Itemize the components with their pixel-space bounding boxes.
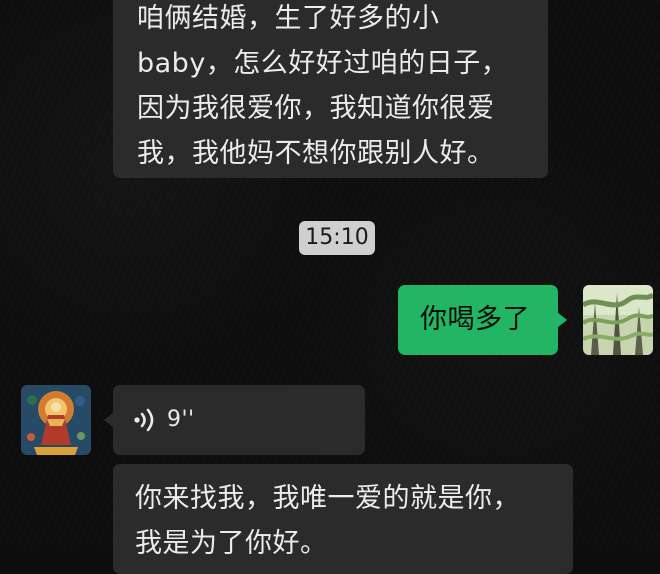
my-avatar[interactable] <box>583 285 653 355</box>
voice-duration: 9'' <box>167 407 195 432</box>
tree-photo-avatar-image <box>583 285 653 355</box>
message-timestamp: 15:10 <box>299 221 375 255</box>
buddha-painting-avatar-image <box>21 385 91 455</box>
incoming-message-bubble[interactable]: 你来找我，我唯一爱的就是你， 我是为了你好。 <box>113 464 573 574</box>
voice-message-bubble[interactable]: 9'' <box>104 385 365 455</box>
contact-avatar[interactable] <box>21 385 91 455</box>
outgoing-message-bubble[interactable]: 你喝多了 <box>398 285 567 355</box>
incoming-message-bubble[interactable]: 咱俩结婚，生了好多的小 baby，怎么好好过咱的日子， 因为我很爱你，我知道你很… <box>113 0 548 178</box>
voice-wave-icon <box>134 408 154 432</box>
